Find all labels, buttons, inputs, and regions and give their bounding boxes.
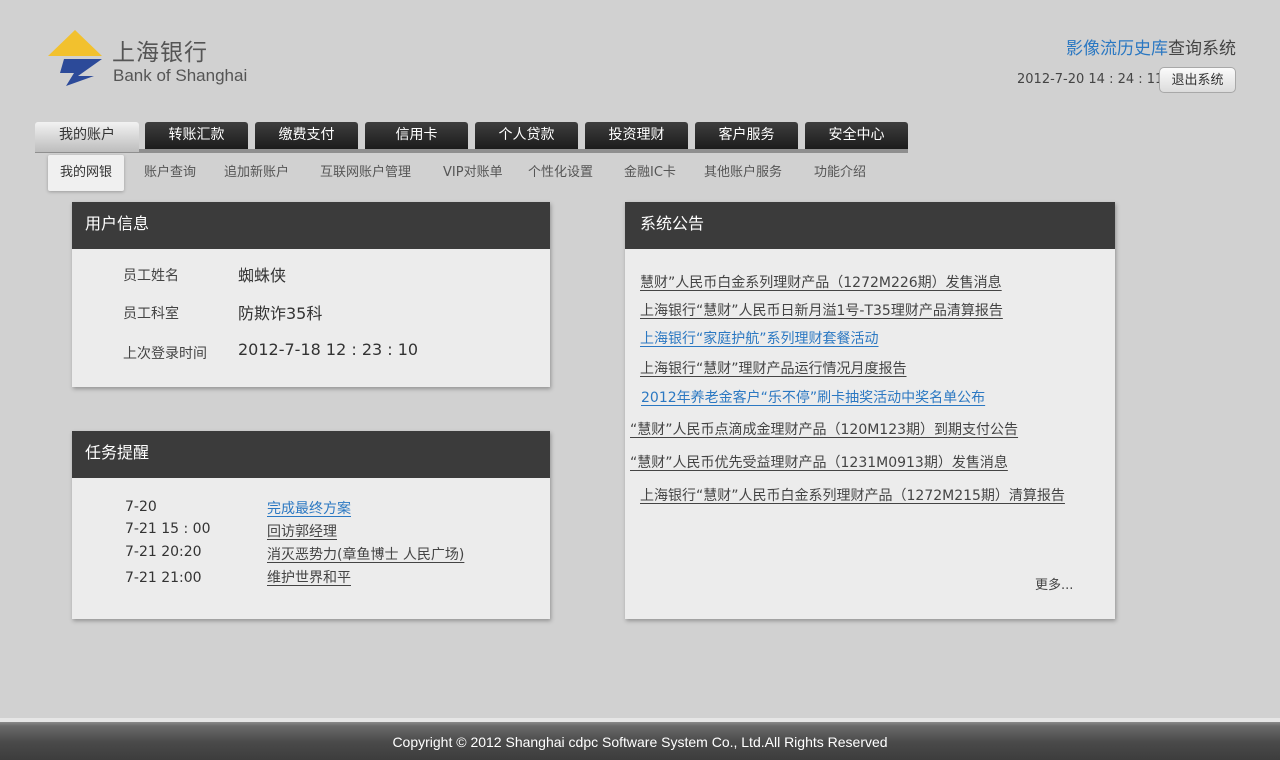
subnav-account-query[interactable]: 账户查询 [144, 155, 196, 191]
subnav-my-ebank[interactable]: 我的网银 [48, 155, 125, 191]
subnav-personalization[interactable]: 个性化设置 [528, 155, 593, 191]
user-info-title: 用户信息 [72, 202, 550, 249]
tab-investment[interactable]: 投资理财 [585, 122, 688, 149]
task-link[interactable]: 完成最终方案 [267, 498, 351, 518]
employee-name-label: 员工姓名 [123, 268, 179, 284]
task-date: 7-21 21:00 [125, 570, 202, 586]
task-date: 7-21 15 : 00 [125, 521, 211, 537]
more-notices-link[interactable]: 更多... [1035, 574, 1073, 593]
notice-link[interactable]: 上海银行“家庭护航”系列理财套餐活动 [640, 328, 879, 348]
tab-transfer[interactable]: 转账汇款 [145, 122, 248, 149]
employee-dept-label: 员工科室 [123, 306, 179, 322]
nav-divider [35, 149, 908, 153]
subnav-features[interactable]: 功能介绍 [814, 155, 866, 191]
notice-link[interactable]: “慧财”人民币优先受益理财产品（1231M0913期）发售消息 [630, 452, 1008, 472]
system-notice-panel: 系统公告 慧财”人民币白金系列理财产品（1272M226期）发售消息 上海银行“… [625, 202, 1115, 619]
footer: Copyright © 2012 Shanghai cdpc Software … [0, 718, 1280, 760]
task-reminder-panel: 任务提醒 7-20 完成最终方案 7-21 15 : 00 回访郭经理 7-21… [72, 431, 550, 619]
employee-name-value: 蜘蛛侠 [238, 266, 287, 285]
main-nav: 我的账户 转账汇款 缴费支付 信用卡 个人贷款 投资理财 客户服务 安全中心 [35, 122, 908, 152]
notice-link[interactable]: 2012年养老金客户“乐不停”刷卡抽奖活动中奖名单公布 [641, 387, 985, 407]
task-date: 7-21 20:20 [125, 544, 202, 560]
notice-link[interactable]: “慧财”人民币点滴成金理财产品（120M123期）到期支付公告 [630, 419, 1018, 439]
system-title-highlight: 影像流历史库 [1066, 39, 1168, 59]
bank-logo: 上海银行 Bank of Shanghai [48, 30, 268, 92]
user-info-panel: 用户信息 员工姓名 蜘蛛侠 员工科室 防欺诈35科 上次登录时间 2012-7-… [72, 202, 550, 387]
subnav-other-services[interactable]: 其他账户服务 [704, 155, 782, 191]
bank-logo-icon [48, 30, 102, 86]
system-notice-title: 系统公告 [625, 202, 1115, 249]
logout-button[interactable]: 退出系统 [1159, 67, 1236, 93]
subnav-ic-card[interactable]: 金融IC卡 [624, 155, 676, 191]
last-login-label: 上次登录时间 [123, 346, 207, 362]
tab-payment[interactable]: 缴费支付 [255, 122, 358, 149]
subnav-internet-account[interactable]: 互联网账户管理 [320, 155, 411, 191]
tab-my-account[interactable]: 我的账户 [35, 122, 139, 152]
tab-credit-card[interactable]: 信用卡 [365, 122, 468, 149]
tab-security-center[interactable]: 安全中心 [805, 122, 908, 149]
system-title: 影像流历史库查询系统 [1066, 34, 1236, 59]
notice-link[interactable]: 上海银行“慧财”理财产品运行情况月度报告 [640, 358, 907, 378]
copyright-text: Copyright © 2012 Shanghai cdpc Software … [392, 734, 888, 750]
current-datetime: 2012-7-20 14 : 24 : 11 [1017, 72, 1164, 87]
task-date: 7-20 [125, 499, 157, 515]
tab-customer-service[interactable]: 客户服务 [695, 122, 798, 149]
notice-link[interactable]: 慧财”人民币白金系列理财产品（1272M226期）发售消息 [640, 272, 1002, 292]
system-title-rest: 查询系统 [1168, 39, 1236, 59]
task-link[interactable]: 回访郭经理 [267, 521, 337, 541]
task-link[interactable]: 维护世界和平 [267, 567, 351, 587]
bank-name-en: Bank of Shanghai [113, 66, 248, 85]
last-login-value: 2012-7-18 12 : 23 : 10 [238, 340, 419, 359]
bank-name-cn: 上海银行 [112, 40, 208, 66]
task-link[interactable]: 消灭恶势力(章鱼博士 人民广场) [267, 544, 464, 564]
subnav-add-account[interactable]: 追加新账户 [224, 155, 289, 191]
employee-dept-value: 防欺诈35科 [238, 304, 323, 323]
tab-personal-loan[interactable]: 个人贷款 [475, 122, 578, 149]
notice-link[interactable]: 上海银行“慧财”人民币白金系列理财产品（1272M215期）清算报告 [640, 485, 1065, 505]
notice-link[interactable]: 上海银行“慧财”人民币日新月溢1号-T35理财产品清算报告 [640, 300, 1003, 320]
subnav-vip-statement[interactable]: VIP对账单 [443, 155, 503, 191]
task-reminder-title: 任务提醒 [72, 431, 550, 478]
